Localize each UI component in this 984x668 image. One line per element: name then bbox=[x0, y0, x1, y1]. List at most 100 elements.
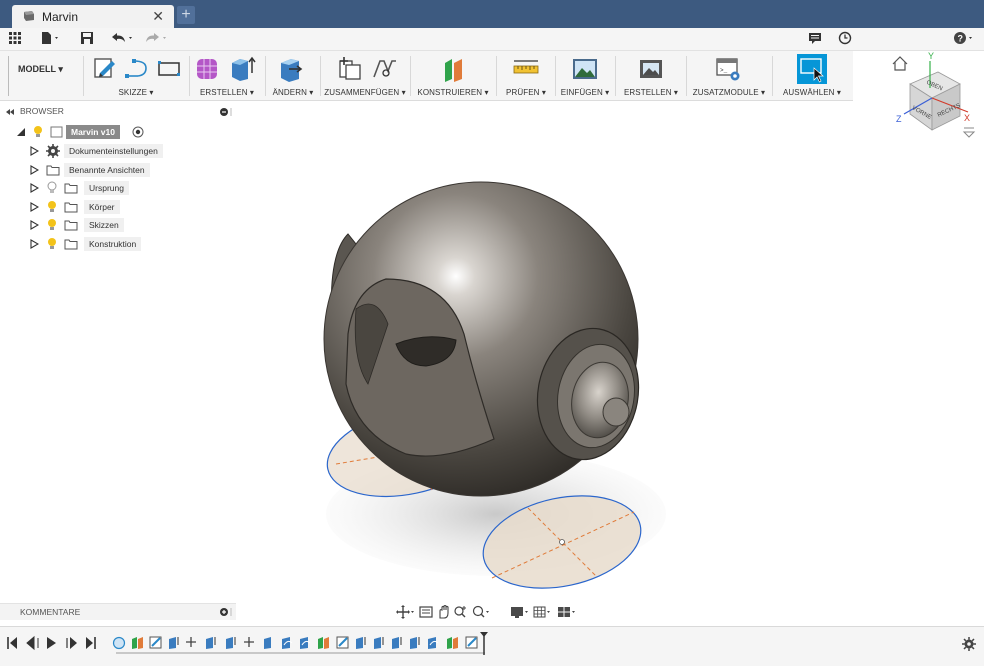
viewports-icon[interactable] bbox=[558, 607, 575, 617]
go-to-start-icon[interactable] bbox=[7, 637, 17, 649]
line-tool-icon[interactable] bbox=[124, 57, 150, 81]
home-view-icon[interactable] bbox=[892, 56, 908, 71]
press-pull-icon[interactable] bbox=[277, 55, 305, 83]
expand-triangle-icon[interactable] bbox=[30, 220, 39, 230]
grid-settings-icon[interactable] bbox=[533, 606, 550, 618]
ribbon-group-addins[interactable]: >_ ZUSATZMODULE ▾ bbox=[688, 51, 770, 100]
form-tool-icon[interactable] bbox=[194, 55, 222, 83]
expand-triangle-icon[interactable] bbox=[30, 183, 39, 193]
sketch-center-point[interactable] bbox=[559, 539, 565, 545]
pan-hand-icon[interactable] bbox=[439, 604, 449, 619]
expand-triangle-icon[interactable] bbox=[16, 127, 26, 137]
tree-item[interactable]: Benannte Ansichten bbox=[30, 163, 230, 177]
tree-item[interactable]: Dokumenteinstellungen bbox=[30, 144, 230, 158]
create-sketch-icon[interactable] bbox=[92, 55, 118, 81]
ribbon-group-inspect[interactable]: PRÜFEN ▾ bbox=[498, 51, 554, 100]
visibility-bulb-icon[interactable] bbox=[46, 218, 58, 232]
ribbon-group-assemble[interactable]: ZUSAMMENFÜGEN ▾ bbox=[322, 51, 408, 100]
model-viewport[interactable] bbox=[236, 104, 984, 602]
scripts-addins-icon[interactable]: >_ bbox=[714, 55, 742, 83]
rectangle-tool-icon[interactable] bbox=[156, 57, 182, 81]
visibility-bulb-icon[interactable] bbox=[46, 237, 58, 251]
comments-header[interactable]: KOMMENTARE bbox=[0, 603, 236, 620]
tree-root-row[interactable]: Marvin v10 bbox=[16, 125, 196, 139]
history-clock-icon[interactable] bbox=[838, 31, 852, 48]
ribbon-group-make[interactable]: ERSTELLEN ▾ bbox=[617, 51, 685, 100]
collapse-arrows-icon[interactable] bbox=[5, 108, 15, 116]
folder-icon bbox=[64, 239, 78, 250]
svg-text:>_: >_ bbox=[720, 67, 728, 74]
ribbon-group-label: ZUSATZMODULE ▾ bbox=[692, 88, 766, 97]
ribbon-group-select[interactable]: AUSWÄHLEN ▾ bbox=[774, 51, 850, 100]
display-settings-icon[interactable] bbox=[511, 607, 528, 618]
render-icon[interactable] bbox=[637, 55, 665, 83]
ribbon-group-modify[interactable]: ÄNDERN ▾ bbox=[267, 51, 319, 100]
tree-item[interactable]: Skizzen bbox=[30, 218, 230, 232]
go-to-end-icon[interactable] bbox=[86, 637, 96, 649]
comments-icon[interactable] bbox=[808, 31, 822, 48]
folder-icon bbox=[64, 220, 78, 231]
ribbon-group-label: ERSTELLEN ▾ bbox=[199, 88, 255, 97]
ribbon-group-construct[interactable]: KONSTRUIEREN ▾ bbox=[412, 51, 494, 100]
tree-root-label[interactable]: Marvin v10 bbox=[66, 125, 120, 139]
redo-icon[interactable] bbox=[144, 31, 170, 48]
visibility-bulb-icon[interactable] bbox=[32, 125, 44, 139]
document-tab-title: Marvin bbox=[42, 10, 79, 24]
document-tab[interactable]: Marvin ✕ bbox=[12, 5, 174, 28]
visibility-bulb-icon[interactable] bbox=[46, 200, 58, 214]
timeline-bar bbox=[0, 626, 984, 666]
timeline-marker[interactable] bbox=[480, 632, 488, 655]
measure-tool-icon[interactable] bbox=[512, 55, 540, 83]
step-forward-icon[interactable] bbox=[66, 637, 77, 649]
tree-item-label[interactable]: Skizzen bbox=[84, 218, 124, 232]
timeline-features[interactable] bbox=[112, 636, 478, 650]
offset-plane-icon[interactable] bbox=[440, 55, 468, 83]
workspace-label: MODELL ▾ bbox=[18, 64, 63, 74]
look-at-icon[interactable] bbox=[419, 606, 433, 618]
help-icon[interactable]: ? bbox=[953, 31, 977, 48]
ribbon-group-label: SKIZZE ▾ bbox=[118, 88, 154, 97]
new-tab-button[interactable]: + bbox=[177, 6, 195, 24]
ribbon-group-insert[interactable]: EINFÜGEN ▾ bbox=[557, 51, 613, 100]
navigation-bar bbox=[393, 603, 588, 621]
browser-pin-icon[interactable] bbox=[219, 107, 235, 117]
activate-radio-icon[interactable] bbox=[132, 126, 144, 138]
timeline-settings-gear-icon[interactable] bbox=[962, 637, 976, 651]
tree-item[interactable]: Ursprung bbox=[30, 181, 230, 195]
zoom-icon[interactable] bbox=[454, 606, 466, 618]
tree-item-label[interactable]: Dokumenteinstellungen bbox=[64, 144, 163, 158]
browser-header[interactable]: BROWSER bbox=[0, 104, 236, 119]
expand-triangle-icon[interactable] bbox=[30, 165, 39, 175]
add-comment-icon[interactable] bbox=[219, 607, 235, 617]
app-grid-icon[interactable] bbox=[8, 31, 22, 48]
tree-item-label[interactable]: Körper bbox=[84, 200, 120, 214]
step-back-icon[interactable] bbox=[26, 635, 39, 651]
tree-item-label[interactable]: Benannte Ansichten bbox=[64, 163, 150, 177]
file-menu-icon[interactable] bbox=[40, 31, 62, 48]
close-tab-icon[interactable]: ✕ bbox=[152, 8, 164, 25]
ribbon-group-label: KONSTRUIEREN ▾ bbox=[417, 88, 489, 97]
select-tool-icon[interactable] bbox=[796, 53, 828, 85]
ribbon-group-sketch[interactable]: SKIZZE ▾ bbox=[86, 51, 186, 100]
undo-icon[interactable] bbox=[110, 31, 136, 48]
ribbon-group-create[interactable]: ERSTELLEN ▾ bbox=[192, 51, 262, 100]
tree-item[interactable]: Konstruktion bbox=[30, 237, 230, 251]
ribbon-group-label: AUSWÄHLEN ▾ bbox=[782, 88, 841, 97]
right-ear-boss bbox=[602, 397, 630, 427]
tree-item-label[interactable]: Konstruktion bbox=[84, 237, 142, 251]
extrude-tool-icon[interactable] bbox=[228, 55, 256, 83]
expand-triangle-icon[interactable] bbox=[30, 239, 39, 249]
expand-triangle-icon[interactable] bbox=[30, 202, 39, 212]
tree-item-label[interactable]: Ursprung bbox=[84, 181, 129, 195]
orbit-icon[interactable] bbox=[396, 605, 414, 619]
joint-icon[interactable] bbox=[370, 55, 398, 83]
tree-item[interactable]: Körper bbox=[30, 200, 230, 214]
workspace-switcher[interactable]: MODELL ▾ bbox=[10, 51, 82, 100]
expand-triangle-icon[interactable] bbox=[30, 146, 39, 156]
insert-image-icon[interactable] bbox=[571, 55, 599, 83]
fit-zoom-icon[interactable] bbox=[472, 605, 490, 618]
visibility-bulb-icon[interactable] bbox=[46, 181, 58, 195]
new-component-icon[interactable] bbox=[336, 55, 364, 83]
play-icon[interactable] bbox=[47, 637, 56, 649]
save-icon[interactable] bbox=[80, 31, 94, 48]
